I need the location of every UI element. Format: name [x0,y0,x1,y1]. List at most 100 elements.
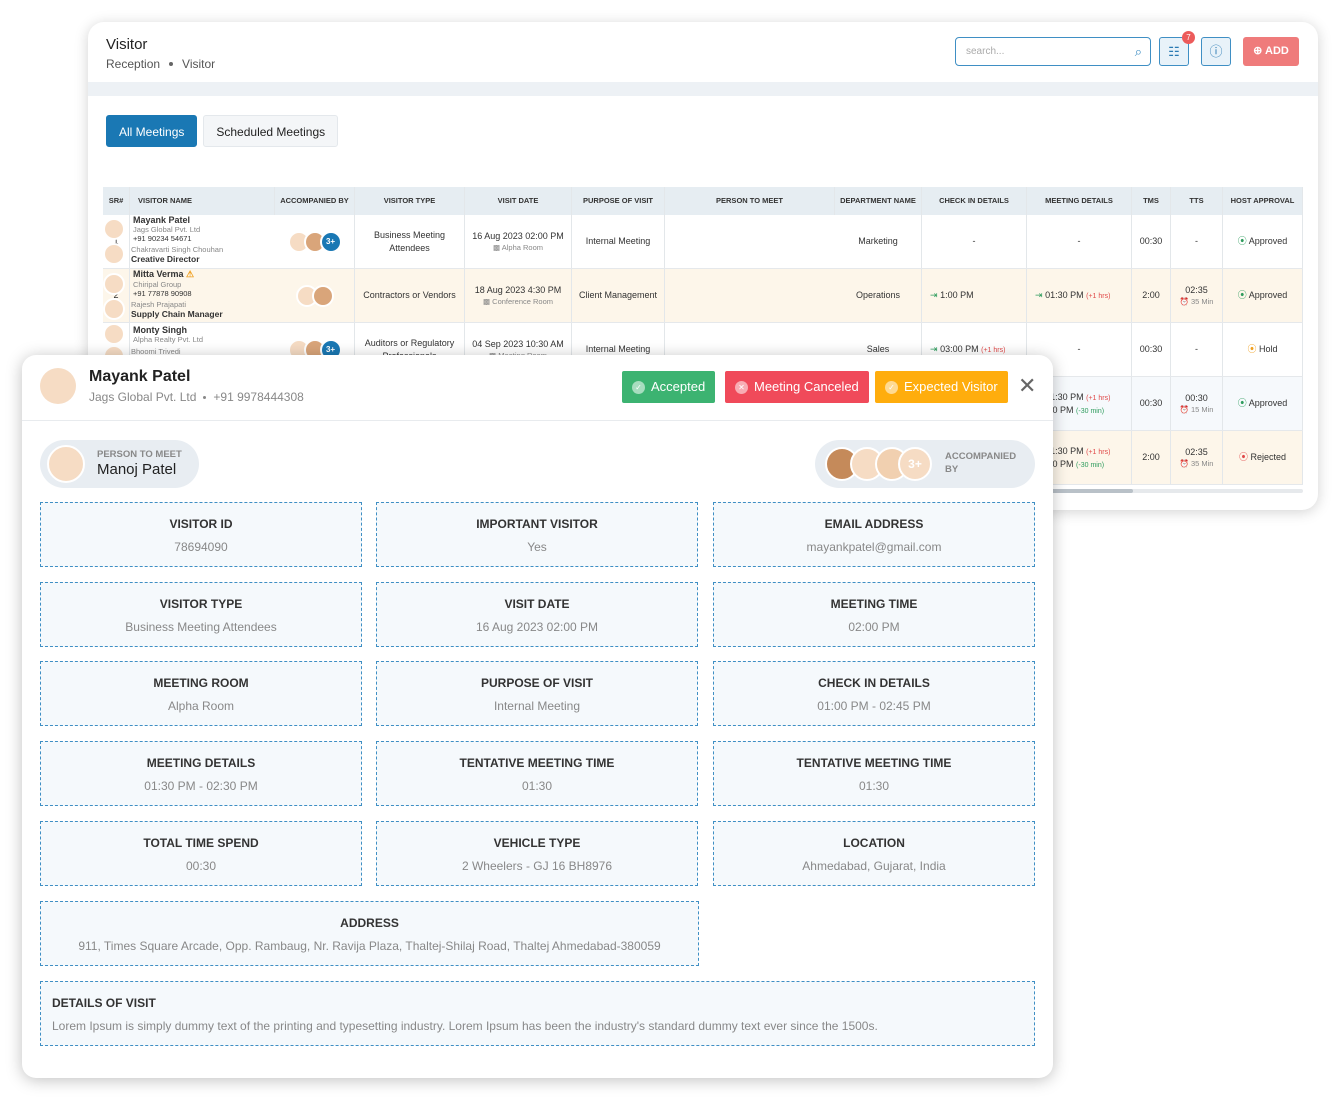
details-of-visit-card: DETAILS OF VISIT Lorem Ipsum is simply du… [40,981,1035,1046]
detail-value: 78694090 [174,540,228,554]
visitor-name: Mayank Patel [133,215,191,225]
person-avatar [47,445,85,483]
divider-strip [88,82,1318,96]
column-header[interactable]: DEPARTMENT NAME [835,187,922,215]
meeting-end-extra: (-30 min) [1076,407,1105,415]
close-icon[interactable]: ✕ [1018,373,1036,399]
tab-scheduled-meetings[interactable]: Scheduled Meetings [203,115,339,147]
details-value: Lorem Ipsum is simply dummy text of the … [52,1019,878,1033]
tms-value: 2:00 [1142,290,1160,301]
detail-value: 2 Wheelers - GJ 16 BH8976 [461,858,613,873]
detail-label: PURPOSE OF VISIT [480,676,594,691]
department-name: Sales [866,344,890,355]
visitor-name: Monty Singh [133,324,187,335]
check-in-time: - [972,236,976,247]
column-header[interactable]: TTS [1171,187,1223,215]
expected-label: Expected Visitor [904,379,998,394]
meeting-extra: (+1 hrs) [1086,394,1111,402]
column-header[interactable]: HOST APPROVAL [1223,187,1303,215]
host-approval-status: Hold [1259,344,1278,355]
x-circle-icon: ✕ [735,381,748,394]
column-header[interactable]: PURPOSE OF VISIT [572,187,665,215]
breadcrumb-reception[interactable]: Reception [106,57,160,71]
meeting-extra: (+1 hrs) [1086,448,1111,456]
tab-all-meetings[interactable]: All Meetings [106,115,198,147]
detail-value: 01:30 [858,779,890,794]
detail-card: VISITOR ID 78694090 [40,502,362,567]
detail-card: EMAIL ADDRESS mayankpatel@gmail.com [713,502,1035,567]
visitor-company: Chiripal Group [133,280,182,289]
column-header[interactable]: VISIT DATE [465,187,572,215]
check-icon: ✓ [632,381,645,394]
visitor-avatar [103,272,125,295]
visitor-company: Jags Global Pvt. Ltd [133,225,201,234]
detail-card: VISIT DATE 16 Aug 2023 02:00 PM [376,581,698,647]
column-header[interactable]: VISITOR NAME [130,187,275,215]
column-header[interactable]: MEETING DETAILS [1027,187,1132,215]
search-input[interactable]: search... ⌕ [955,37,1151,66]
more-companions-badge: 3+ [898,447,932,481]
detail-value: 02:00 PM [848,619,900,634]
accepted-label: Accepted [651,379,706,394]
check-in-extra: (+1 hrs) [981,347,1006,355]
detail-label: VISITOR ID [169,517,233,531]
details-label: DETAILS OF VISIT [52,996,156,1010]
modal-header: Mayank Patel Jags Global Pvt. Ltd +91 997… [22,355,1053,421]
status-dot-icon: ⦿ [1237,236,1247,247]
column-header[interactable]: PERSON TO MEET [665,187,835,215]
table-header: SR# VISITOR NAME ACCOMPANIED BY VISITOR TYP… [103,187,1303,215]
breadcrumb: Reception Visitor [106,57,215,71]
visitor-type: Contractors or Vendors [363,290,456,301]
filter-count-badge: 7 [1182,31,1195,44]
tms-value: 00:30 [1139,398,1163,409]
person-name: Manoj Patel [97,461,177,478]
detail-card: VEHICLE TYPE 2 Wheelers - GJ 16 BH8976 [376,820,698,886]
detail-label: LOCATION [843,835,905,850]
column-header[interactable]: VISITOR TYPE [355,187,465,215]
login-icon: ⇥ [930,344,938,355]
canceled-label: Meeting Canceled [754,379,859,394]
status-dot-icon: ⦿ [1237,398,1247,409]
add-button[interactable]: ⊕ ADD [1243,37,1299,66]
detail-label: MEETING TIME [830,596,918,611]
tts-value: - [1195,344,1198,355]
person-to-meet-pill: PERSON TO MEET Manoj Patel [40,440,199,488]
column-header[interactable]: ACCOMPANIED BY [275,187,355,215]
detail-value: 01:30 PM - 02:30 PM [144,779,258,794]
detail-card: PURPOSE OF VISIT Internal Meeting [376,661,698,727]
detail-label: EMAIL ADDRESS [824,517,924,531]
table-row[interactable]: 2 Mitta Verma ⚠ Chiripal Group +91 77878 90… [103,269,1303,323]
expected-visitor-button[interactable]: ✓ Expected Visitor [875,371,1008,403]
status-dot-icon: ⦿ [1237,290,1247,301]
accompanied-label: ACCOMPANIED BY [945,451,1017,475]
tts-value: 02:35 [1185,446,1208,457]
visitor-detail-modal: Mayank Patel Jags Global Pvt. Ltd +91 997… [22,355,1053,1078]
detail-label: VISIT DATE [504,596,570,611]
info-button[interactable]: ⓘ [1201,37,1231,66]
tts-sub: 35 Min [1190,458,1214,468]
accepted-button[interactable]: ✓ Accepted [622,371,716,403]
meeting-canceled-button[interactable]: ✕ Meeting Canceled [725,371,869,403]
host-avatar [103,298,125,320]
login-icon: ⇥ [930,290,938,301]
meeting-details: - [1077,236,1081,247]
more-companions-badge[interactable]: 3+ [319,230,342,253]
detail-label: VISITOR TYPE [159,596,243,611]
detail-card: TENTATIVE MEETING TIME 01:30 [376,741,698,807]
status-dot-icon: ⦿ [1247,344,1257,355]
purpose-of-visit: Internal Meeting [585,344,651,355]
accompanied-by-pill[interactable]: 3+ ACCOMPANIED BY [815,440,1035,488]
meeting-details: - [1077,344,1081,355]
detail-label: CHECK IN DETAILS [818,676,930,691]
room-icon: ▩ [482,296,491,306]
host-approval-status: Rejected [1250,452,1287,463]
column-header[interactable]: CHECK IN DETAILS [922,187,1027,215]
column-header[interactable]: TMS [1132,187,1171,215]
tts-sub: 35 Min [1190,296,1214,306]
detail-card: TENTATIVE MEETING TIME 01:30 [713,741,1035,807]
column-header[interactable]: SR# [103,187,130,215]
info-icon: ⓘ [1209,44,1223,59]
table-row[interactable]: 1 Mayank Patel Jags Global Pvt. Ltd +91 902… [103,215,1303,269]
search-placeholder: search... [966,46,1005,57]
filter-button[interactable]: ☷ 7 [1159,31,1195,66]
